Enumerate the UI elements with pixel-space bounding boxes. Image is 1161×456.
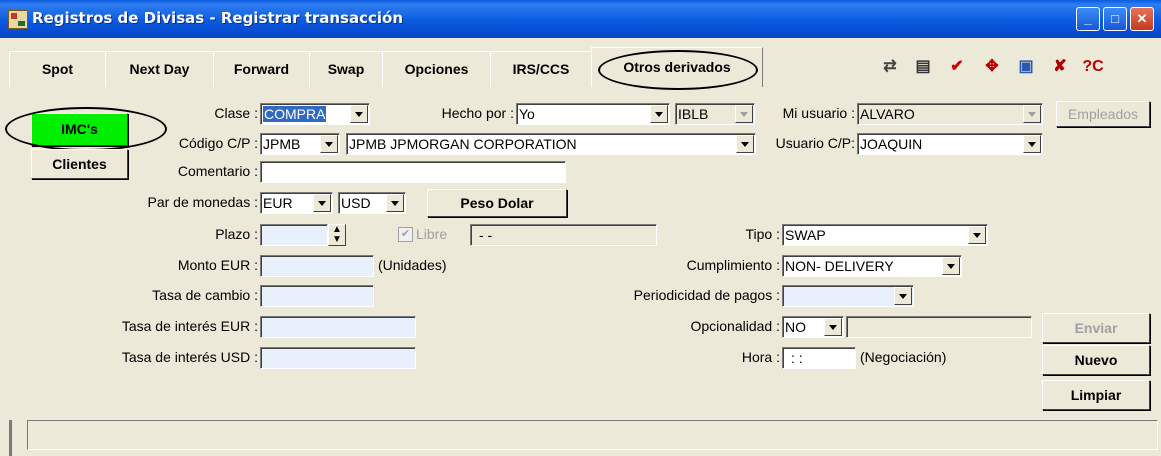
tasa-interes-usd-input[interactable] (260, 347, 416, 369)
maximize-button[interactable]: □ (1103, 7, 1127, 31)
chevron-down-icon[interactable] (1023, 135, 1041, 153)
hecho-por-select[interactable]: Yo (516, 103, 670, 125)
par-moneda-2-select[interactable]: USD (338, 192, 406, 214)
mi-usuario-select: ALVARO (857, 103, 1043, 125)
chevron-down-icon[interactable] (894, 287, 912, 305)
cumplimiento-select[interactable]: NON- DELIVERY (782, 255, 962, 277)
cumplimiento-label: Cumplimiento : (686, 257, 780, 273)
tasa-cambio-input[interactable] (260, 285, 374, 307)
comentario-label: Comentario : (177, 163, 258, 179)
swap-docs-icon[interactable]: ⇄ (877, 54, 903, 80)
tab-opciones[interactable]: Opciones (382, 51, 491, 87)
empleados-button[interactable]: Empleados (1056, 101, 1150, 127)
libre-checkbox[interactable]: ✔ (398, 227, 413, 242)
opcionalidad-select[interactable]: NO (782, 316, 844, 338)
sheet-icon[interactable]: ▤ (910, 54, 936, 80)
tasa-interes-eur-label: Tasa de interés EUR : (121, 318, 258, 334)
highlight-ellipse-tab (598, 50, 758, 90)
chevron-down-icon (1023, 105, 1041, 123)
clientes-button[interactable]: Clientes (31, 149, 128, 179)
codigo-cp-select[interactable]: JPMB (260, 133, 340, 155)
chevron-down-icon[interactable] (350, 105, 368, 123)
hecho-por-label: Hecho por : (441, 105, 514, 121)
libre-date-input: - - (470, 224, 657, 246)
negociacion-label: (Negociación) (860, 349, 947, 365)
tasa-interes-eur-input[interactable] (260, 316, 416, 338)
chevron-down-icon[interactable] (320, 135, 338, 153)
usuario-cp-value: JOAQUIN (860, 136, 923, 152)
peso-dolar-button[interactable]: Peso Dolar (427, 189, 567, 217)
title-bar[interactable]: Registros de Divisas - Registrar transac… (0, 0, 1161, 38)
tab-swap[interactable]: Swap (309, 51, 383, 87)
page-icon[interactable]: ▣ (1013, 54, 1039, 80)
close-button[interactable]: ✕ (1130, 7, 1154, 31)
left-edge-divider (9, 420, 12, 456)
monto-eur-input[interactable] (260, 255, 374, 277)
iblb-value: IBLB (678, 106, 709, 122)
tipo-select[interactable]: SWAP (782, 224, 988, 246)
tasa-cambio-label: Tasa de cambio : (152, 287, 258, 303)
par-monedas-label: Par de monedas : (147, 194, 258, 210)
par-moneda-2-value: USD (341, 195, 371, 211)
clase-value: COMPRA (263, 106, 327, 122)
chevron-down-icon[interactable] (824, 318, 842, 336)
usuario-cp-select[interactable]: JOAQUIN (857, 133, 1043, 155)
par-moneda-1-value: EUR (263, 195, 293, 211)
limpiar-button[interactable]: Limpiar (1042, 380, 1150, 410)
opcionalidad-value: NO (785, 319, 806, 335)
chevron-down-icon[interactable] (313, 194, 331, 212)
usuario-cp-label: Usuario C/P: (775, 135, 855, 151)
periodicidad-select[interactable] (782, 285, 914, 307)
monto-eur-label: Monto EUR : (177, 257, 258, 273)
plazo-label: Plazo : (215, 226, 258, 242)
chevron-down-icon[interactable] (968, 226, 986, 244)
contraparte-select[interactable]: JPMB JPMORGAN CORPORATION (346, 133, 756, 155)
chevron-down-icon[interactable] (942, 257, 960, 275)
minimize-button[interactable]: _ (1076, 7, 1100, 31)
tasa-interes-usd-label: Tasa de interés USD : (121, 349, 258, 365)
tab-irs-ccs[interactable]: IRS/CCS (490, 51, 592, 87)
clase-select[interactable]: COMPRA (260, 103, 370, 125)
plazo-input[interactable] (260, 224, 328, 246)
delete-doc-icon[interactable]: ✘ (1047, 54, 1073, 80)
codigo-cp-label: Código C/P : (178, 135, 258, 151)
help-icon[interactable]: ?C (1080, 54, 1106, 80)
chevron-down-icon[interactable] (386, 194, 404, 212)
tipo-value: SWAP (785, 227, 826, 243)
hora-input[interactable]: : : (782, 347, 856, 369)
move-icon[interactable]: ✥ (979, 54, 1005, 80)
status-bar (27, 420, 1158, 450)
enviar-button[interactable]: Enviar (1042, 313, 1150, 343)
tab-spot[interactable]: Spot (9, 51, 106, 87)
opcionalidad-label: Opcionalidad : (690, 318, 780, 334)
par-moneda-1-select[interactable]: EUR (260, 192, 333, 214)
hora-label: Hora : (741, 349, 780, 365)
mi-usuario-label: Mi usuario : (782, 105, 855, 121)
codigo-cp-value: JPMB (263, 136, 301, 152)
tab-next-day[interactable]: Next Day (105, 51, 214, 87)
check-search-icon[interactable]: ✔ (944, 54, 970, 80)
opcionalidad-detail (846, 316, 1032, 338)
unidades-label: (Unidades) (378, 257, 447, 273)
libre-label: Libre (416, 226, 448, 242)
hecho-por-value: Yo (519, 106, 535, 122)
nuevo-button[interactable]: Nuevo (1042, 345, 1150, 375)
window-title: Registros de Divisas - Registrar transac… (32, 9, 404, 27)
periodicidad-label: Periodicidad de pagos : (633, 287, 780, 303)
app-icon (8, 10, 28, 29)
chevron-down-icon[interactable] (650, 105, 668, 123)
plazo-spinner[interactable]: ▲ ▼ (328, 224, 346, 246)
mi-usuario-value: ALVARO (860, 106, 915, 122)
comentario-input[interactable] (260, 161, 566, 183)
clase-label: Clase : (214, 105, 258, 121)
contraparte-value: JPMB JPMORGAN CORPORATION (349, 136, 577, 152)
cumplimiento-value: NON- DELIVERY (785, 258, 894, 274)
tab-forward[interactable]: Forward (213, 51, 310, 87)
app-window: Registros de Divisas - Registrar transac… (0, 0, 1161, 456)
tipo-label: Tipo : (745, 226, 781, 242)
